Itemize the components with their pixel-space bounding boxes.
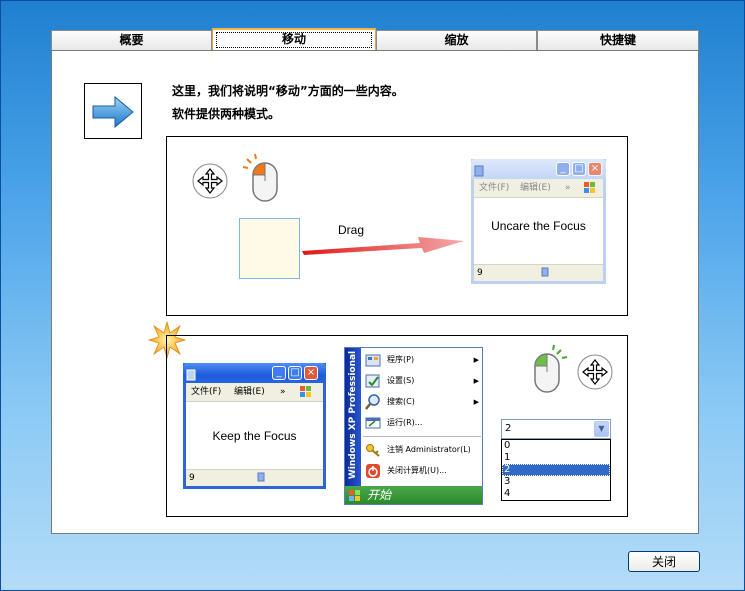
power-icon [366, 464, 380, 478]
mode1-demo: Drag _ □ × 文件(F) 编辑(E) » Uncare the Focu… [166, 136, 628, 316]
combo-option[interactable]: 3 [502, 476, 610, 488]
tab-strip: 概要 移动 缩放 快捷键 [51, 28, 699, 50]
combo-option[interactable]: 1 [502, 452, 610, 464]
menu-edit[interactable]: 编辑(E) [234, 383, 265, 401]
start-item-label: 运行(R)... [387, 418, 423, 427]
run-icon [365, 417, 381, 429]
number-combo[interactable]: 2 ▼ [501, 419, 611, 439]
start-button[interactable]: 开始 [345, 486, 482, 504]
mouse-left-click-icon [242, 153, 278, 202]
search-icon [365, 394, 380, 410]
menu-edit[interactable]: 编辑(E) [520, 179, 551, 197]
windows-logo-icon [584, 182, 596, 200]
window-statusbar: 9 [474, 264, 603, 281]
app-icon [186, 366, 196, 381]
submenu-arrow-icon: ▶ [473, 398, 479, 406]
drag-arrow-icon [302, 237, 464, 255]
close-icon[interactable]: × [588, 162, 602, 176]
status-text: 9 [477, 268, 483, 278]
maximize-icon[interactable]: □ [288, 366, 302, 380]
start-item-shutdown[interactable]: 关闭计算机(U)... [363, 461, 481, 481]
status-icon [540, 267, 550, 285]
window-menubar: 文件(F) 编辑(E) » [186, 383, 323, 402]
combo-dropdown-list: 01234 [501, 439, 611, 501]
status-text: 9 [189, 473, 195, 483]
mouse-click-icon [534, 344, 568, 393]
start-item-label: 关闭计算机(U)... [387, 466, 447, 475]
programs-icon [365, 354, 381, 367]
description-line-1: 这里，我们将说明“移动”方面的一些内容。 [172, 84, 404, 98]
tab-panel: 这里，我们将说明“移动”方面的一些内容。 软件提供两种模式。 Drag _ □ … [51, 50, 699, 534]
tab-move[interactable]: 移动 [212, 28, 376, 50]
combo-option[interactable]: 0 [502, 440, 610, 452]
chevron-down-icon[interactable]: ▼ [594, 421, 609, 437]
key-icon [366, 444, 380, 457]
maximize-icon[interactable]: □ [572, 162, 586, 176]
start-item-settings[interactable]: 设置(S) ▶ [363, 371, 481, 391]
start-menu-separator [363, 436, 481, 437]
mode2-demo: _ □ × 文件(F) 编辑(E) » Keep the Focus 9 Win… [166, 335, 628, 517]
window-keep-focus: _ □ × 文件(F) 编辑(E) » Keep the Focus 9 [183, 363, 326, 489]
start-item-search[interactable]: 搜索(C) ▶ [363, 392, 481, 412]
close-icon[interactable]: × [304, 366, 318, 380]
window-body-text: Keep the Focus [212, 429, 297, 443]
start-item-label: 设置(S) [387, 376, 415, 385]
tab-zoom[interactable]: 缩放 [376, 30, 537, 50]
menu-file[interactable]: 文件(F) [191, 383, 221, 401]
tab-shortcuts-label: 快捷键 [599, 33, 636, 47]
start-menu-banner: Windows XP Professional [345, 348, 361, 488]
move-cursor-icon [192, 163, 228, 199]
tab-overview-label: 概要 [119, 33, 144, 47]
windows-logo-icon [349, 489, 361, 507]
combo-option[interactable]: 4 [502, 488, 610, 500]
tab-shortcuts[interactable]: 快捷键 [537, 30, 699, 50]
window-titlebar: _ □ × [183, 363, 326, 383]
combo-option[interactable]: 2 [502, 464, 610, 476]
app-icon [474, 162, 484, 177]
right-arrow-icon [92, 95, 134, 129]
settings-icon [365, 374, 380, 388]
minimize-icon[interactable]: _ [556, 162, 570, 176]
start-item-run[interactable]: 运行(R)... [363, 413, 481, 433]
focus-rectangle [216, 32, 372, 48]
window-body-text: Uncare the Focus [491, 219, 586, 233]
move-arrow-icon-box [84, 83, 142, 139]
start-item-label: 注销 Administrator(L) [387, 445, 471, 454]
start-menu-banner-text: Windows XP Professional [348, 350, 358, 480]
window-statusbar: 9 [186, 469, 323, 486]
start-item-logoff[interactable]: 注销 Administrator(L) [363, 440, 481, 460]
start-item-label: 程序(P) [387, 355, 415, 364]
menu-overflow-icon[interactable]: » [280, 383, 286, 401]
combo-value: 2 [505, 423, 512, 434]
start-menu: Windows XP Professional 程序(P) ▶ 设置(S) ▶ … [344, 347, 483, 505]
description-line-2: 软件提供两种模式。 [172, 107, 281, 121]
windows-logo-icon [300, 386, 312, 404]
menu-overflow-icon[interactable]: » [565, 179, 571, 197]
window-menubar: 文件(F) 编辑(E) » [474, 179, 603, 198]
drag-source-box [239, 218, 300, 279]
move-cursor-icon [577, 354, 613, 390]
start-item-label: 搜索(C) [387, 397, 415, 406]
status-icon [256, 472, 266, 490]
close-button[interactable]: 关闭 [628, 551, 700, 572]
window-uncare-focus: _ □ × 文件(F) 编辑(E) » Uncare the Focus 9 [471, 159, 606, 284]
window-titlebar: _ □ × [471, 159, 606, 179]
minimize-icon[interactable]: _ [272, 366, 286, 380]
submenu-arrow-icon: ▶ [473, 377, 479, 385]
menu-file[interactable]: 文件(F) [479, 179, 509, 197]
tab-overview[interactable]: 概要 [51, 30, 212, 50]
tab-zoom-label: 缩放 [444, 33, 469, 47]
submenu-arrow-icon: ▶ [473, 356, 479, 364]
start-button-label: 开始 [367, 488, 392, 502]
start-item-programs[interactable]: 程序(P) ▶ [363, 350, 481, 370]
